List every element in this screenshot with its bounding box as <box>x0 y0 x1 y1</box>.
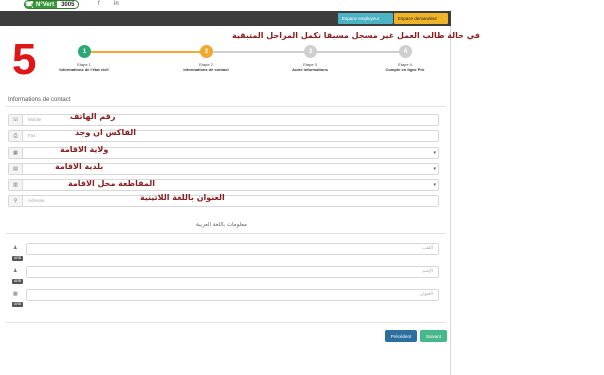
field-placeholder: العنوان <box>419 292 433 297</box>
phone-icon: ☏ <box>9 115 23 125</box>
field-placeholder: Mobile <box>28 117 42 122</box>
input-box[interactable]: العنوان <box>26 289 439 301</box>
divider <box>6 233 446 234</box>
top-strip: ☎ N°Vert 3005 f in <box>0 0 451 10</box>
language-tag: ARB <box>12 279 24 284</box>
step-4-indicator[interactable]: 4 <box>399 45 412 58</box>
jobseeker-space-button[interactable]: Espace demandeur <box>394 13 448 24</box>
home-icon: ▦ <box>13 291 18 297</box>
divider <box>6 106 446 107</box>
caret-down-icon: ▾ <box>433 182 436 188</box>
divider <box>6 322 446 323</box>
step-subtitle: Compte en ligne Pro <box>385 67 425 72</box>
page: ☎ N°Vert 3005 f in Espace employeur Espa… <box>0 0 604 375</box>
map-marker-icon: ⚲ <box>9 196 23 206</box>
input-box[interactable]: اللقب <box>26 243 439 255</box>
browser-frame: ☎ N°Vert 3005 f in Espace employeur Espa… <box>0 0 480 375</box>
text-field[interactable]: ⎙ Fax <box>8 130 439 142</box>
employer-space-button[interactable]: Espace employeur <box>338 13 393 24</box>
step-4-label: Etape 4 Compte en ligne Pro <box>360 62 450 72</box>
stepper-connector <box>310 51 405 53</box>
step-3-label: Etape 3 Autre informations <box>265 62 355 72</box>
user-icon: ♟ <box>13 268 18 274</box>
building-icon: ▥ <box>9 180 23 190</box>
daira-annotation: المقاطعة محل الاقامة <box>68 179 155 188</box>
linkedin-icon[interactable]: in <box>114 1 119 7</box>
field-placeholder: الإسم <box>422 269 433 274</box>
fax-annotation: الفاكس ان وجد <box>75 128 136 137</box>
fax-icon: ⎙ <box>9 131 23 141</box>
badge-label: N°Vert <box>33 1 58 8</box>
field-placeholder: اللقب <box>422 246 433 251</box>
facebook-icon[interactable]: f <box>98 1 100 7</box>
green-number-badge[interactable]: ☎ N°Vert 3005 <box>24 0 80 9</box>
building-icon: ▤ <box>9 164 23 174</box>
address-annotation: العنوان باللغة اللاتينية <box>140 193 225 202</box>
phone-annotation: رقم الهاتف <box>70 112 116 121</box>
section-title: Informations de contact <box>8 97 71 103</box>
input-box[interactable]: الإسم <box>26 266 439 278</box>
previous-button[interactable]: Précédent <box>385 330 417 342</box>
stepper-connector <box>84 51 206 53</box>
field-placeholder: Fax <box>28 133 36 138</box>
commune-annotation: بلدية الاقامة <box>55 162 104 171</box>
step-subtitle: Autre informations <box>292 67 328 72</box>
step-2-indicator[interactable]: 2 <box>200 45 213 58</box>
arabic-text-field[interactable]: ▦ العنوان ARB <box>8 289 439 307</box>
arabic-section-title: معلومات باللغة العربية <box>196 222 247 228</box>
stepper-connector <box>206 51 310 53</box>
arabic-text-field[interactable]: ♟ اللقب ARB <box>8 243 439 261</box>
user-icon: ♟ <box>13 245 18 251</box>
note-annotation: في حالة طالب العمل غير مسجل مسبقا تكمل ا… <box>232 31 481 40</box>
step-subtitle: Informations de l'état civil <box>59 67 109 72</box>
phone-icon: ☎ <box>25 0 33 9</box>
caret-down-icon: ▾ <box>433 150 436 156</box>
header-bar: Espace employeur Espace demandeur <box>0 11 451 26</box>
next-button[interactable]: Suivant <box>420 330 447 342</box>
step-subtitle: Informations de contact <box>183 67 229 72</box>
step-1-label: Etape 1 Informations de l'état civil <box>39 62 129 72</box>
arabic-text-field[interactable]: ♟ الإسم ARB <box>8 266 439 284</box>
step-1-indicator[interactable]: 1 <box>78 45 91 58</box>
step-2-label: Etape 2 Informations de contact <box>161 62 251 72</box>
step-number-annotation: 5 <box>12 35 37 84</box>
language-tag: ARB <box>12 256 24 261</box>
language-tag: ARB <box>12 302 24 307</box>
step-3-indicator[interactable]: 3 <box>304 45 317 58</box>
field-placeholder: Adresse <box>28 198 45 203</box>
badge-number: 3005 <box>61 1 75 8</box>
caret-down-icon: ▾ <box>433 166 436 172</box>
building-icon: ▦ <box>9 148 23 158</box>
wilaya-annotation: ولاية الاقامة <box>60 145 109 154</box>
